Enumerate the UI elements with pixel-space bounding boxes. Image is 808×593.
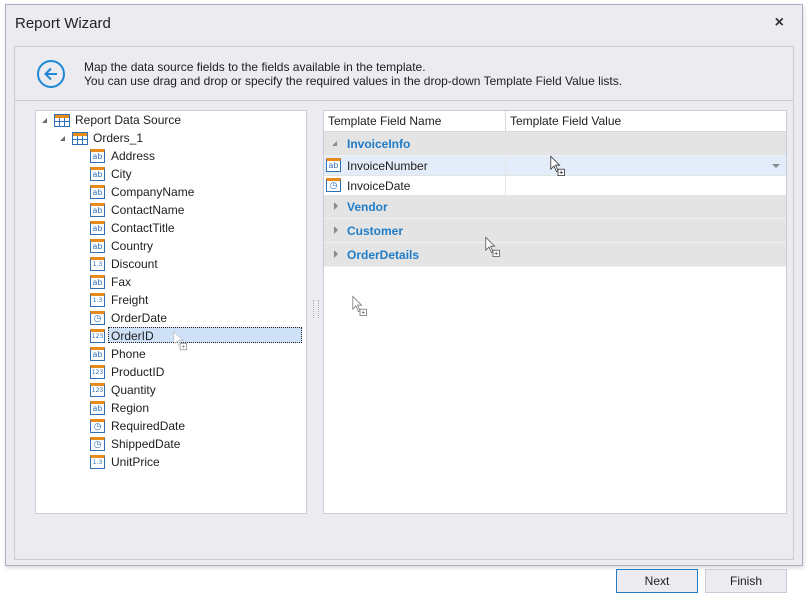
drag-cursor-icon bbox=[173, 330, 187, 351]
tree-field-label: OrderID bbox=[108, 327, 302, 343]
group-row-vendor[interactable]: Vendor bbox=[324, 195, 786, 219]
tree-field-address[interactable]: ab Address bbox=[36, 147, 304, 165]
group-name: OrderDetails bbox=[347, 248, 420, 262]
tree-field-freight[interactable]: 1.3 Freight bbox=[36, 291, 304, 309]
tree-field-label: Freight bbox=[111, 293, 149, 307]
expand-icon[interactable] bbox=[334, 250, 338, 258]
group-row-invoiceinfo[interactable]: InvoiceInfo bbox=[324, 132, 786, 156]
tree-field-label: Discount bbox=[111, 257, 158, 271]
tree-field-orderdate[interactable]: ◷ OrderDate bbox=[36, 309, 304, 327]
string-field-icon: ab bbox=[326, 158, 341, 172]
wizard-content: Map the data source fields to the fields… bbox=[14, 46, 794, 593]
string-field-icon: ab bbox=[90, 149, 105, 163]
decimal-field-icon: 1.3 bbox=[90, 455, 105, 469]
expand-icon[interactable] bbox=[60, 136, 65, 141]
column-header-value[interactable]: Template Field Value bbox=[510, 114, 621, 128]
wizard-header: Map the data source fields to the fields… bbox=[15, 47, 793, 101]
tree-field-label: RequiredDate bbox=[111, 419, 186, 433]
tree-field-label: Fax bbox=[111, 275, 132, 289]
tree-field-label: Address bbox=[111, 149, 156, 163]
report-wizard-dialog: Report Wizard × Map the data source fiel… bbox=[5, 4, 803, 593]
field-name: InvoiceDate bbox=[347, 179, 411, 193]
drag-cursor-icon bbox=[485, 236, 500, 257]
date-field-icon: ◷ bbox=[90, 437, 105, 451]
tree-field-shippeddate[interactable]: ◷ ShippedDate bbox=[36, 435, 304, 453]
date-field-icon: ◷ bbox=[90, 311, 105, 325]
string-field-icon: ab bbox=[90, 239, 105, 253]
tree-field-label: Quantity bbox=[111, 383, 156, 397]
wizard-description: Map the data source fields to the fields… bbox=[84, 60, 622, 88]
tree-field-label: CompanyName bbox=[111, 185, 195, 199]
data-source-tree[interactable]: Report Data Source Orders_1 ab Address ab C… bbox=[35, 110, 307, 514]
group-row-orderdetails[interactable]: OrderDetails bbox=[324, 243, 786, 267]
window-title: Report Wizard bbox=[15, 15, 111, 32]
tree-field-fax[interactable]: ab Fax bbox=[36, 273, 304, 291]
string-field-icon: ab bbox=[90, 347, 105, 361]
tree-field-contacttitle[interactable]: ab ContactTitle bbox=[36, 219, 304, 237]
table-icon bbox=[72, 132, 88, 145]
tree-field-label: ProductID bbox=[111, 365, 165, 379]
tree-field-discount[interactable]: 1.3 Discount bbox=[36, 255, 304, 273]
drag-cursor-icon bbox=[550, 155, 565, 176]
tree-field-label: Country bbox=[111, 239, 154, 253]
expand-icon[interactable] bbox=[334, 226, 338, 234]
tree-field-phone[interactable]: ab Phone bbox=[36, 345, 304, 363]
decimal-field-icon: 1.3 bbox=[90, 293, 105, 307]
string-field-icon: ab bbox=[90, 167, 105, 181]
tree-field-orderid[interactable]: 123 OrderID bbox=[36, 327, 304, 345]
tree-field-label: UnitPrice bbox=[111, 455, 160, 469]
column-header-name[interactable]: Template Field Name bbox=[328, 114, 441, 128]
string-field-icon: ab bbox=[90, 221, 105, 235]
string-field-icon: ab bbox=[90, 185, 105, 199]
field-name: InvoiceNumber bbox=[347, 159, 428, 173]
drag-cursor-icon bbox=[352, 295, 367, 317]
string-field-icon: ab bbox=[90, 275, 105, 289]
date-field-icon: ◷ bbox=[326, 178, 341, 192]
decimal-field-icon: 1.3 bbox=[90, 257, 105, 271]
tree-field-region[interactable]: ab Region bbox=[36, 399, 304, 417]
tree-field-label: ShippedDate bbox=[111, 437, 181, 451]
close-icon[interactable]: × bbox=[775, 14, 784, 32]
group-row-customer[interactable]: Customer bbox=[324, 219, 786, 243]
tree-node-root[interactable]: Report Data Source bbox=[36, 111, 304, 129]
tree-field-label: Region bbox=[111, 401, 150, 415]
integer-field-icon: 123 bbox=[90, 365, 105, 379]
string-field-icon: ab bbox=[90, 203, 105, 217]
splitter-handle[interactable] bbox=[313, 300, 319, 318]
field-row-invoicedate[interactable]: ◷ InvoiceDate bbox=[324, 176, 786, 196]
integer-field-icon: 123 bbox=[90, 383, 105, 397]
tree-field-label: City bbox=[111, 167, 132, 181]
integer-field-icon: 123 bbox=[90, 329, 105, 343]
arrow-left-icon bbox=[44, 67, 57, 81]
group-name: Customer bbox=[347, 224, 404, 238]
date-field-icon: ◷ bbox=[90, 419, 105, 433]
tree-field-label: Phone bbox=[111, 347, 146, 361]
tree-field-requireddate[interactable]: ◷ RequiredDate bbox=[36, 417, 304, 435]
table-icon bbox=[54, 114, 70, 127]
tree-field-companyname[interactable]: ab CompanyName bbox=[36, 183, 304, 201]
back-button[interactable] bbox=[37, 60, 65, 88]
description-line-1: Map the data source fields to the fields… bbox=[84, 60, 426, 74]
tree-field-country[interactable]: ab Country bbox=[36, 237, 304, 255]
expand-icon[interactable] bbox=[42, 118, 47, 123]
group-name: InvoiceInfo bbox=[347, 137, 411, 151]
tree-field-productid[interactable]: 123 ProductID bbox=[36, 363, 304, 381]
tree-field-contactname[interactable]: ab ContactName bbox=[36, 201, 304, 219]
tree-field-unitprice[interactable]: 1.3 UnitPrice bbox=[36, 453, 304, 471]
dropdown-arrow-icon[interactable] bbox=[772, 164, 780, 168]
tree-field-label: ContactTitle bbox=[111, 221, 175, 235]
description-line-2: You can use drag and drop or specify the… bbox=[84, 74, 623, 88]
collapse-icon[interactable] bbox=[332, 141, 337, 146]
tree-field-label: OrderDate bbox=[111, 311, 168, 325]
tree-field-label: ContactName bbox=[111, 203, 185, 217]
string-field-icon: ab bbox=[90, 401, 105, 415]
grid-header: Template Field Name Template Field Value bbox=[324, 111, 786, 132]
tree-field-city[interactable]: ab City bbox=[36, 165, 304, 183]
tree-field-quantity[interactable]: 123 Quantity bbox=[36, 381, 304, 399]
tree-node-label: Orders_1 bbox=[93, 131, 144, 145]
tree-node-label: Report Data Source bbox=[75, 113, 182, 127]
group-name: Vendor bbox=[347, 200, 388, 214]
expand-icon[interactable] bbox=[334, 202, 338, 210]
tree-node-table[interactable]: Orders_1 bbox=[36, 129, 304, 147]
